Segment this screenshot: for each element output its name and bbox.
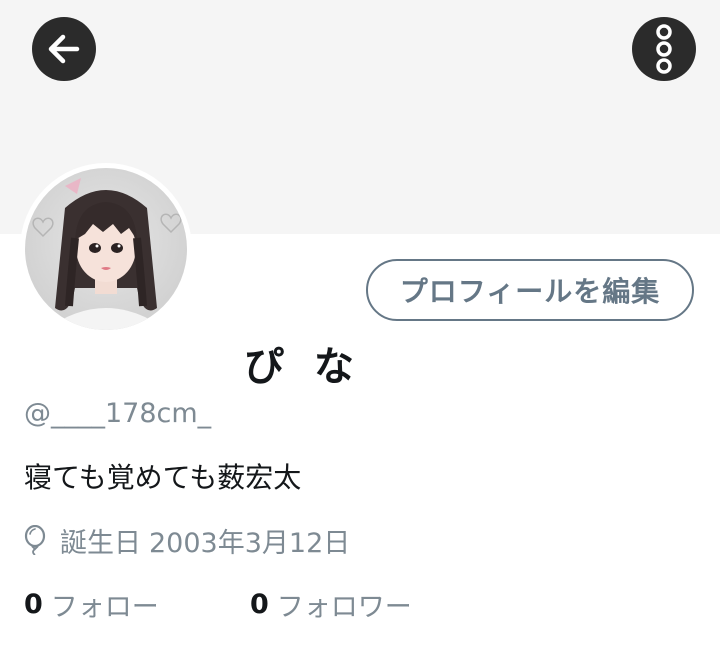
followers-stat[interactable]: 0 フォロワー xyxy=(250,584,412,624)
followers-label: フォロワー xyxy=(276,591,412,623)
balloon-icon xyxy=(22,525,48,555)
vertical-dots-icon xyxy=(656,24,672,74)
following-stat[interactable]: 0 フォロー xyxy=(24,584,159,624)
birthday-value: 2003年3月12日 xyxy=(149,527,351,559)
profile-photo xyxy=(25,168,187,330)
more-options-button[interactable] xyxy=(632,17,696,81)
following-label: フォロー xyxy=(50,591,159,623)
arrow-left-icon xyxy=(48,34,80,64)
following-count: 0 xyxy=(24,588,43,620)
avatar[interactable] xyxy=(20,163,192,335)
followers-count: 0 xyxy=(250,588,269,620)
display-name: ぴ な xyxy=(244,344,362,390)
birthday-row: 誕生日 2003年3月12日 xyxy=(22,520,350,560)
user-handle: @____178cm_ xyxy=(24,398,212,429)
back-button[interactable] xyxy=(32,17,96,81)
edit-profile-button[interactable]: プロフィールを編集 xyxy=(366,259,694,321)
birthday-label: 誕生日 xyxy=(60,527,141,559)
profile-bio: 寝ても覚めても薮宏太 xyxy=(24,461,302,494)
